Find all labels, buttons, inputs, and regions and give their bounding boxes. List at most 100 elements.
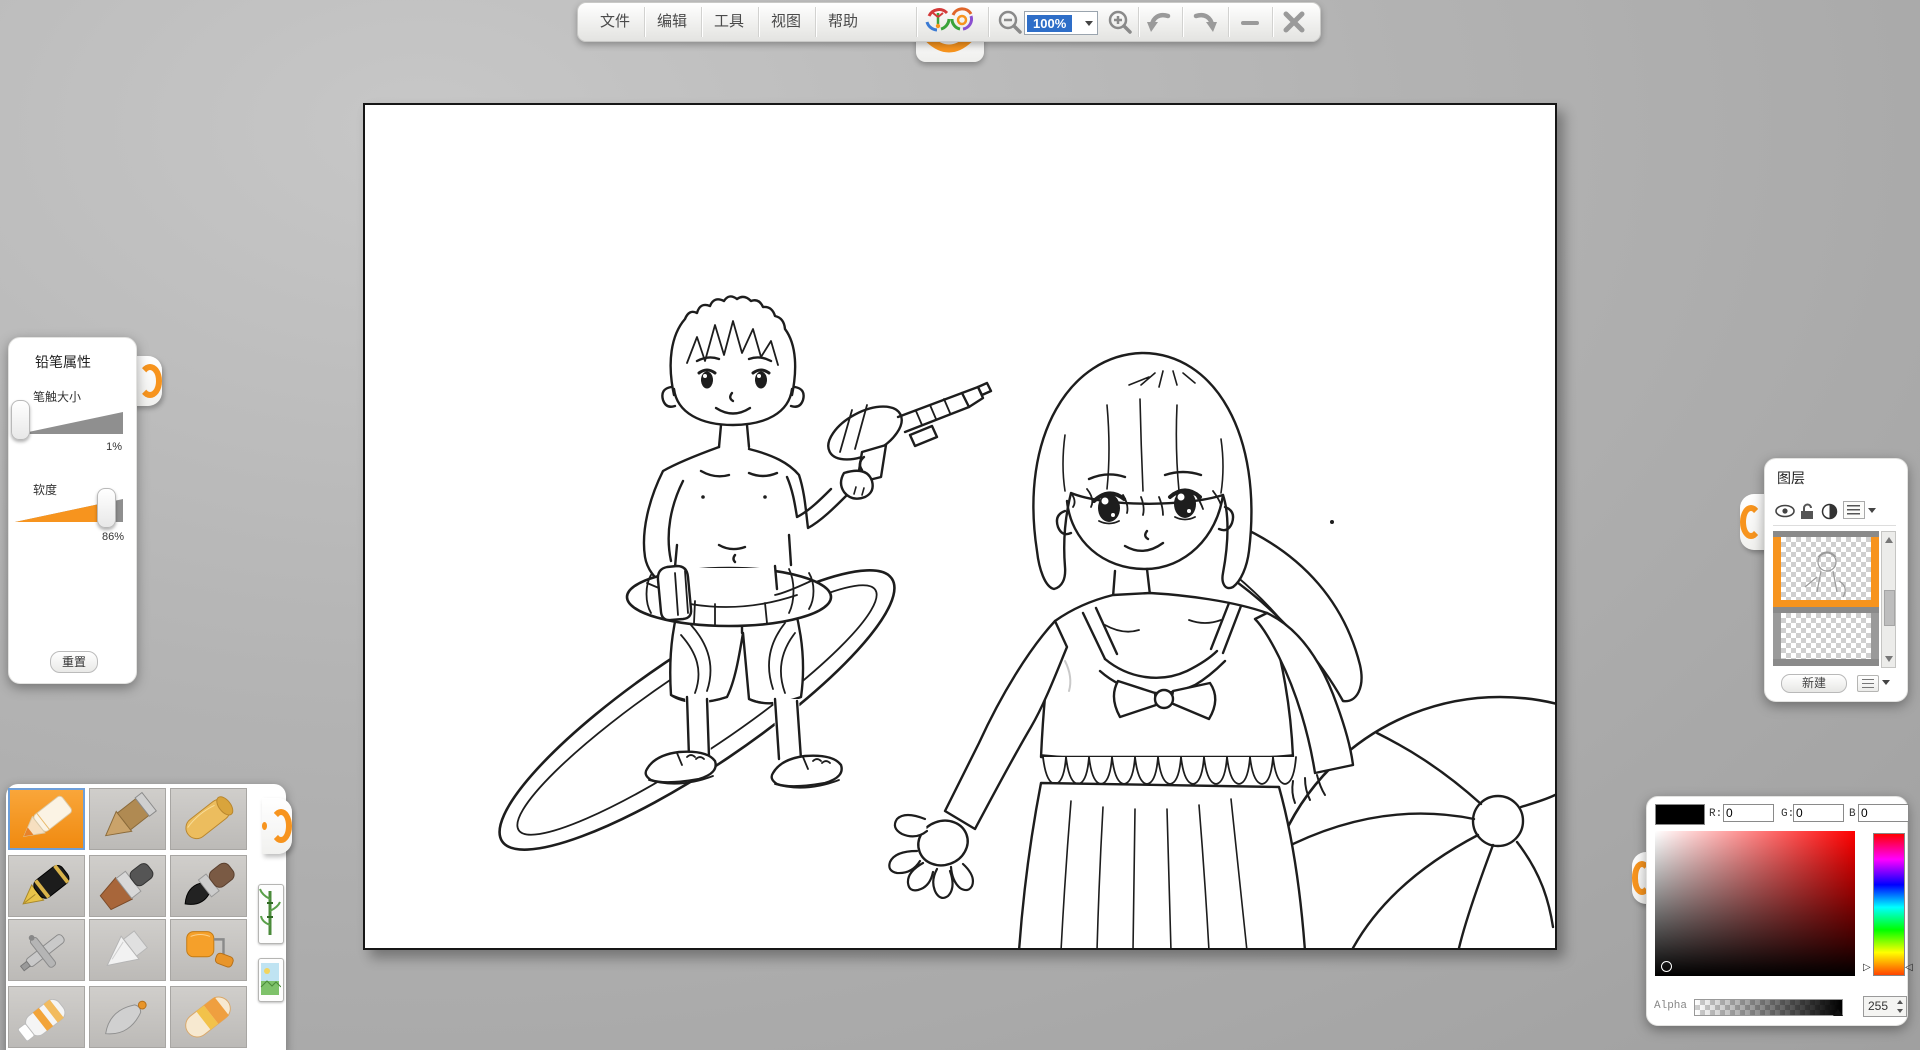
brush-size-value: 1% — [106, 441, 122, 453]
spin-up-icon[interactable] — [1897, 1000, 1903, 1004]
tool-paint-roller[interactable] — [170, 919, 247, 981]
layer-blend-icon[interactable] — [1821, 503, 1838, 520]
hue-marker-left-icon[interactable]: ▷ — [1863, 962, 1871, 973]
girl-drawing — [889, 353, 1361, 948]
pencil-icon — [10, 790, 83, 848]
brush-size-slider-handle[interactable] — [11, 400, 30, 440]
pencil-properties-panel: 铅笔属性 笔触大小 1% 软度 86% 重置 — [8, 337, 137, 684]
list-icon — [1847, 505, 1860, 515]
layer-menu-button[interactable] — [1843, 501, 1865, 519]
layer-row-empty[interactable] — [1773, 613, 1879, 659]
tool-palette-panel — [6, 784, 286, 1050]
tool-fountain-pen[interactable] — [8, 855, 85, 917]
stray-dot — [1330, 520, 1334, 524]
blue-input[interactable] — [1858, 804, 1909, 822]
tool-charcoal-pencil[interactable] — [89, 788, 166, 850]
chevron-down-icon[interactable] — [1085, 21, 1093, 26]
menu-view[interactable]: 视图 — [759, 3, 813, 41]
hue-marker-right-icon[interactable]: ◁ — [1905, 962, 1913, 973]
app-window: 文件 编辑 工具 视图 帮助 100% — [0, 0, 1920, 1050]
charcoal-pencil-icon — [90, 789, 165, 849]
menu-tools[interactable]: 工具 — [702, 3, 756, 41]
redo-button[interactable] — [1190, 8, 1218, 36]
hue-slider[interactable] — [1873, 833, 1905, 976]
close-button[interactable] — [1280, 8, 1308, 36]
current-color-swatch[interactable] — [1655, 804, 1705, 825]
layer-list — [1773, 531, 1879, 668]
chevron-down-icon[interactable] — [1868, 508, 1876, 513]
alpha-value: 255 — [1868, 999, 1888, 1013]
alpha-marker-icon[interactable] — [1833, 1009, 1843, 1016]
alpha-label: Alpha — [1654, 1000, 1687, 1012]
zoom-level-value: 100% — [1027, 15, 1072, 32]
panel-title: 铅笔属性 — [35, 352, 91, 372]
layer-thumbnail-sketch — [1781, 537, 1871, 600]
app-logo-icon — [920, 4, 976, 34]
panel-title: 图层 — [1777, 468, 1805, 488]
tool-palette-knife[interactable] — [89, 986, 166, 1048]
pastel-icon — [171, 789, 246, 849]
tab-ring-icon — [1740, 505, 1762, 539]
tool-eraser[interactable] — [170, 986, 247, 1048]
alpha-slider[interactable] — [1694, 999, 1843, 1016]
tool-pencil[interactable] — [8, 788, 85, 850]
layer-options-button[interactable] — [1857, 675, 1879, 692]
reset-button[interactable]: 重置 — [50, 651, 98, 673]
list-icon — [1862, 679, 1874, 688]
ink-brush-icon — [171, 856, 246, 916]
red-input[interactable] — [1723, 804, 1774, 822]
scroll-down-icon[interactable] — [1885, 656, 1893, 662]
zoom-out-icon[interactable] — [996, 8, 1024, 36]
fountain-pen-icon — [9, 856, 84, 916]
minimize-button[interactable] — [1236, 8, 1264, 36]
menu-edit[interactable]: 编辑 — [645, 3, 699, 41]
palette-knife-icon — [90, 987, 165, 1047]
tool-marker-tube[interactable] — [8, 986, 85, 1048]
layer-visibility-icon[interactable] — [1775, 503, 1795, 519]
eraser-icon — [171, 987, 246, 1047]
green-input[interactable] — [1793, 804, 1844, 822]
saturation-value-field[interactable] — [1655, 831, 1855, 976]
beach-ball-drawing — [1262, 697, 1555, 948]
sv-selection-marker[interactable] — [1661, 961, 1672, 972]
tool-pastel[interactable] — [170, 788, 247, 850]
paint-roller-icon — [171, 920, 246, 980]
minimize-icon — [1241, 21, 1259, 25]
tool-paint-bottle[interactable] — [89, 919, 166, 981]
scrollbar-thumb[interactable] — [1884, 590, 1895, 626]
texture-image-button[interactable] — [258, 958, 284, 1002]
menu-file[interactable]: 文件 — [588, 3, 642, 41]
canvas-artwork — [365, 105, 1555, 948]
tab-ring-icon — [270, 809, 292, 843]
layer-separator — [1773, 659, 1879, 666]
chevron-down-icon[interactable] — [1882, 680, 1890, 685]
spin-down-icon[interactable] — [1897, 1009, 1903, 1013]
softness-slider-handle[interactable] — [97, 488, 116, 528]
layer-lock-icon[interactable] — [1799, 503, 1815, 520]
tool-airbrush[interactable] — [8, 919, 85, 981]
tool-palette-tab[interactable] — [262, 798, 292, 854]
bamboo-decor-button[interactable] — [258, 884, 284, 944]
layer-row-selected[interactable] — [1773, 537, 1879, 607]
menu-help[interactable]: 帮助 — [816, 3, 870, 41]
alpha-spinner[interactable]: 255 — [1863, 996, 1907, 1017]
airbrush-icon — [9, 920, 84, 980]
new-layer-button[interactable]: 新建 — [1781, 674, 1847, 693]
zoom-level-select[interactable]: 100% — [1024, 11, 1098, 35]
color-picker-panel: R: G: B: ▷ ◁ Alpha 255 — [1646, 796, 1908, 1026]
softness-value: 86% — [102, 531, 124, 543]
marker-tube-icon — [9, 987, 84, 1047]
paint-bottle-icon — [90, 920, 165, 980]
texture-image-icon — [259, 959, 281, 999]
tool-ink-brush[interactable] — [170, 855, 247, 917]
layer-list-scrollbar[interactable] — [1881, 531, 1896, 668]
tab-dot-icon — [262, 822, 267, 830]
softness-wedge[interactable] — [9, 490, 136, 526]
drawing-canvas[interactable] — [363, 103, 1557, 950]
tool-flat-brush[interactable] — [89, 855, 166, 917]
tab-ring-icon — [138, 364, 162, 398]
zoom-in-icon[interactable] — [1106, 8, 1134, 36]
layers-panel: 图层 — [1764, 458, 1908, 702]
scroll-up-icon[interactable] — [1885, 537, 1893, 543]
undo-button[interactable] — [1146, 8, 1174, 36]
